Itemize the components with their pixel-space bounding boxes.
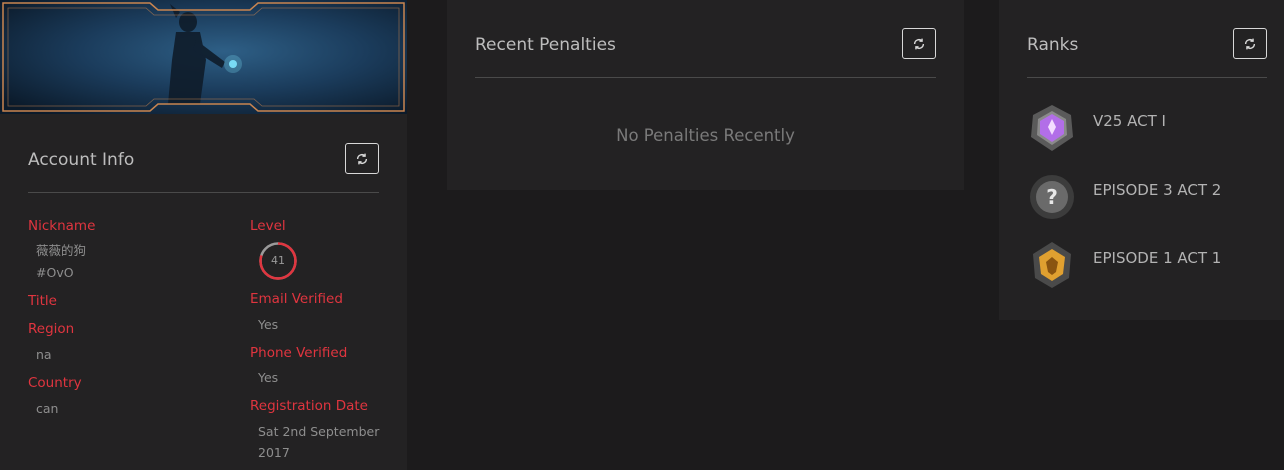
rank-name: EPISODE 3 ACT 2: [1093, 181, 1222, 199]
rank-item: EPISODE 1 ACT 1: [1027, 240, 1267, 290]
nickname-value: 薇薇的狗: [36, 243, 87, 258]
level-value: 41: [271, 254, 285, 267]
recent-penalties-panel: [447, 0, 964, 190]
recent-penalties-title: Recent Penalties: [475, 35, 616, 55]
rank-item: V25 ACT I: [1027, 103, 1267, 153]
svg-text:?: ?: [1046, 185, 1058, 209]
ranks-refresh-button[interactable]: [1233, 28, 1267, 59]
rank-name: EPISODE 1 ACT 1: [1093, 249, 1222, 267]
ranks-title: Ranks: [1027, 35, 1079, 55]
gold-rank-icon: [1033, 242, 1071, 288]
account-info-title: Account Info: [28, 150, 135, 170]
email-verified-value: Yes: [258, 317, 279, 332]
ranks-divider: [1027, 77, 1267, 78]
nickname-label: Nickname: [28, 218, 96, 234]
refresh-icon: [356, 153, 368, 164]
email-verified-label: Email Verified: [250, 291, 343, 307]
tag-value: #OvO: [36, 265, 74, 280]
country-label: Country: [28, 375, 82, 391]
region-value: na: [36, 347, 52, 362]
country-value: can: [36, 401, 59, 416]
account-divider: [28, 192, 379, 193]
no-penalties-message: No Penalties Recently: [616, 126, 795, 145]
refresh-icon: [913, 38, 925, 49]
account-refresh-button[interactable]: [345, 143, 379, 174]
ascendant-rank-icon: [1031, 105, 1073, 151]
registration-date-label: Registration Date: [250, 398, 368, 414]
penalties-refresh-button[interactable]: [902, 28, 936, 59]
unranked-question-icon: ?: [1030, 175, 1074, 219]
penalties-divider: [475, 77, 936, 78]
player-card-banner: [0, 0, 407, 114]
registration-date-line2: 2017: [258, 445, 290, 460]
title-label: Title: [28, 293, 57, 309]
refresh-icon: [1244, 38, 1256, 49]
phone-verified-value: Yes: [258, 370, 279, 385]
region-label: Region: [28, 321, 75, 337]
rank-item: ? EPISODE 3 ACT 2: [1027, 172, 1267, 222]
level-label: Level: [250, 218, 286, 234]
phone-verified-label: Phone Verified: [250, 345, 348, 361]
rank-name: V25 ACT I: [1093, 112, 1166, 130]
registration-date-line1: Sat 2nd September: [258, 424, 380, 439]
